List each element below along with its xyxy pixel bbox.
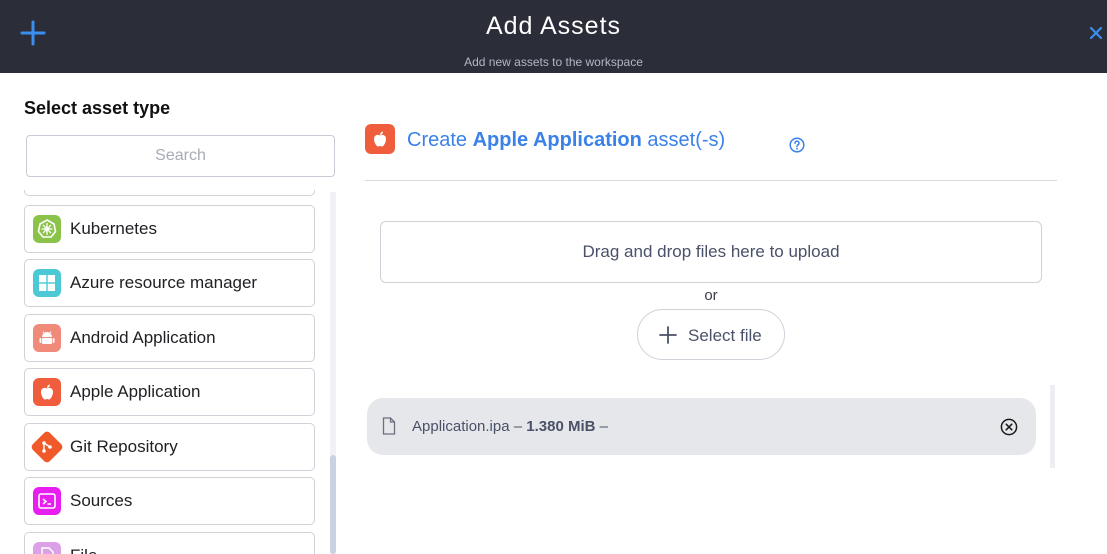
asset-type-heading: Select asset type — [24, 98, 171, 118]
search-input[interactable] — [26, 135, 335, 177]
kubernetes-icon — [33, 215, 61, 243]
asset-item-label: Azure resource manager — [70, 273, 258, 292]
dialog-title: Add Assets — [485, 12, 622, 40]
asset-item-partial[interactable] — [24, 190, 315, 196]
dialog-subtitle: Add new assets to the workspace — [464, 55, 643, 69]
asset-item-sources[interactable]: Sources — [24, 477, 315, 525]
asset-item-git-repository[interactable]: Git Repository — [24, 423, 315, 471]
create-suffix: asset(-s) — [647, 129, 726, 151]
asset-item-label: Apple Application — [70, 382, 201, 401]
windows-icon — [33, 269, 61, 297]
asset-type-list: Kubernetes Azure resource manager Androi… — [0, 190, 340, 554]
create-prefix: Create — [407, 129, 468, 151]
apple-icon — [365, 124, 395, 154]
asset-item-kubernetes[interactable]: Kubernetes — [24, 205, 315, 253]
dialog-header: Add Assets Add new assets to the workspa… — [0, 0, 1107, 73]
select-file-button[interactable]: Select file — [637, 309, 785, 360]
plus-icon — [659, 326, 677, 344]
asset-item-label: Android Application — [70, 328, 216, 347]
file-icon — [33, 542, 61, 554]
remove-file-icon[interactable] — [1000, 418, 1018, 436]
file-info: Application.ipa – 1.380 MiB – — [412, 418, 608, 435]
create-asset-title: Create Apple Application asset(-s) — [407, 129, 805, 153]
android-icon — [33, 324, 61, 352]
asset-item-label: Kubernetes — [70, 219, 157, 238]
asset-item-label: Git Repository — [70, 437, 178, 456]
create-asset-type: Apple Application — [472, 129, 642, 151]
close-icon[interactable] — [1088, 25, 1104, 41]
file-dropzone[interactable]: Drag and drop files here to upload — [380, 221, 1042, 283]
terminal-icon — [33, 487, 61, 515]
file-separator: – — [513, 418, 523, 435]
list-scrollbar-thumb[interactable] — [330, 455, 336, 554]
asset-item-azure-resource-manager[interactable]: Azure resource manager — [24, 259, 315, 307]
select-file-label: Select file — [688, 326, 762, 345]
asset-item-android-application[interactable]: Android Application — [24, 314, 315, 362]
file-size: 1.380 MiB — [526, 418, 596, 435]
asset-item-label: File — [70, 546, 97, 554]
asset-item-file[interactable]: File — [24, 532, 315, 554]
file-separator: – — [599, 418, 608, 435]
or-separator: or — [704, 287, 718, 304]
section-divider — [365, 180, 1057, 181]
git-icon — [30, 430, 64, 464]
apple-icon — [33, 378, 61, 406]
document-icon — [382, 417, 396, 435]
help-icon[interactable] — [789, 137, 805, 153]
uploaded-file-row: Application.ipa – 1.380 MiB – — [367, 398, 1036, 455]
file-list-scrollbar[interactable] — [1050, 385, 1055, 468]
file-name: Application.ipa — [412, 418, 510, 435]
asset-item-apple-application[interactable]: Apple Application — [24, 368, 315, 416]
asset-item-label: Sources — [70, 491, 133, 510]
